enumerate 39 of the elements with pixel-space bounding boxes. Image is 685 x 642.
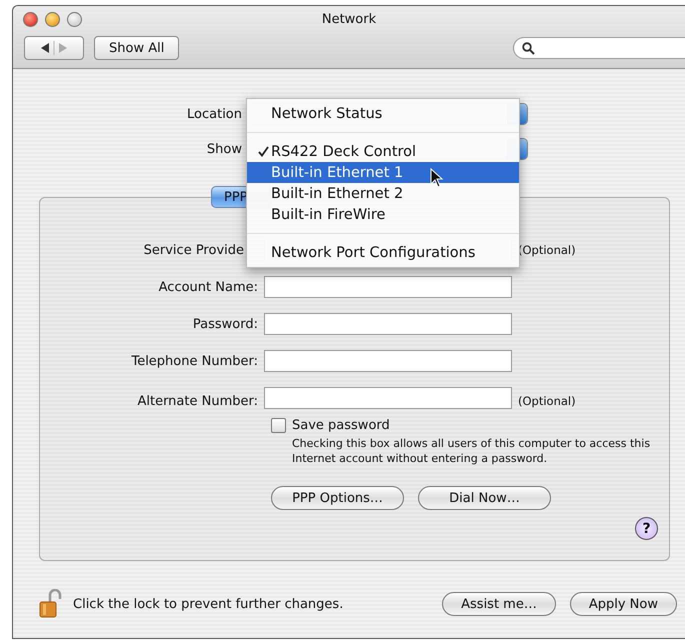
optional-note: (Optional)	[517, 394, 577, 408]
field-label: Alternate Number:	[136, 394, 259, 408]
open-padlock-icon[interactable]	[39, 589, 63, 619]
forward-arrow-icon[interactable]	[59, 43, 67, 53]
footer-button[interactable]: Apply Now	[570, 592, 677, 616]
field-label: Account Name:	[158, 280, 259, 294]
checkmark-icon	[258, 146, 269, 157]
zoom-button[interactable]	[67, 12, 82, 27]
help-text: Checking this box allows all users of this computer to access this Internet account without entering a password.	[292, 436, 652, 466]
menu-item[interactable]: Built-in Ethernet 1	[247, 162, 519, 183]
close-button[interactable]	[23, 12, 38, 27]
help-button[interactable]: ?	[635, 517, 658, 540]
show-all-button[interactable]: Show All	[94, 36, 180, 60]
optional-note: (Optional)	[517, 243, 577, 257]
checkbox-label: Save password	[292, 418, 390, 433]
lock-message: Click the lock to prevent further changes.	[73, 596, 344, 612]
checkbox[interactable]	[271, 418, 286, 433]
field-label: Password:	[192, 316, 259, 332]
window-title: Network	[322, 12, 376, 27]
action-button[interactable]: Dial Now…	[418, 486, 551, 510]
mouse-pointer-icon	[430, 168, 444, 188]
input-field[interactable]	[264, 387, 512, 409]
input-field[interactable]	[264, 350, 512, 372]
footer-button[interactable]: Assist me…	[442, 592, 556, 616]
minimize-button[interactable]	[45, 12, 60, 27]
location-label: Location	[186, 106, 243, 122]
menu-item[interactable]: RS422 Deck Control	[247, 141, 519, 162]
search-field[interactable]	[513, 37, 685, 59]
action-button[interactable]: PPP Options…	[271, 486, 404, 510]
menu-item[interactable]: Network Status	[247, 103, 519, 124]
back-forward-control[interactable]	[24, 36, 84, 60]
input-field[interactable]	[264, 313, 512, 335]
search-icon	[522, 42, 535, 54]
show-label: Show	[206, 142, 243, 156]
menu-item[interactable]: Network Port Configurations	[247, 242, 519, 263]
field-label: Service Provide	[142, 242, 245, 258]
back-arrow-icon[interactable]	[41, 43, 49, 53]
input-field[interactable]	[264, 276, 512, 298]
field-label: Telephone Number:	[130, 354, 259, 368]
